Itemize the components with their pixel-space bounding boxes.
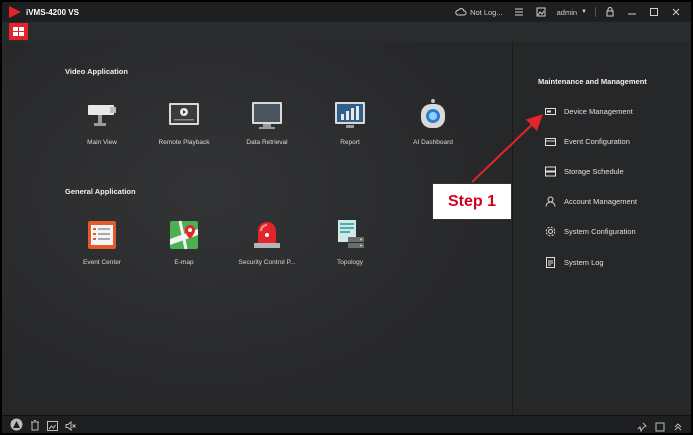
event-configuration-label: Event Configuration bbox=[564, 136, 630, 146]
lock-icon bbox=[604, 6, 616, 18]
chevron-up-icon[interactable] bbox=[673, 419, 683, 433]
username: admin bbox=[556, 7, 578, 17]
security-control-panel-tile[interactable]: Security Control P... bbox=[227, 219, 307, 266]
image-button[interactable] bbox=[530, 2, 552, 22]
alarm-light-icon bbox=[249, 219, 285, 251]
image-icon[interactable] bbox=[47, 418, 58, 433]
account-management-label: Account Management bbox=[564, 196, 637, 206]
list-menu-button[interactable] bbox=[508, 2, 530, 22]
robot-icon bbox=[415, 99, 451, 131]
grid-icon bbox=[13, 23, 24, 41]
ai-dashboard-tile[interactable]: AI Dashboard bbox=[393, 99, 473, 146]
video-application-title: Video Application bbox=[65, 67, 128, 76]
app-window: XPRO XPRO XPRO XPRO XPRO iVMS-4200 VS No… bbox=[0, 0, 693, 435]
maximize-icon bbox=[648, 6, 660, 18]
close-icon bbox=[670, 6, 682, 18]
device-icon bbox=[545, 106, 556, 117]
storage-schedule-label: Storage Schedule bbox=[564, 166, 624, 176]
image-icon bbox=[535, 6, 547, 18]
close-button[interactable] bbox=[665, 2, 687, 22]
storage-schedule-item[interactable]: Storage Schedule bbox=[545, 164, 624, 178]
maintenance-panel: Maintenance and Management Device Manage… bbox=[512, 42, 691, 417]
playback-icon bbox=[166, 99, 202, 131]
cloud-status-text: Not Log... bbox=[470, 7, 503, 17]
alert-icon[interactable] bbox=[10, 418, 23, 433]
step-annotation: Step 1 bbox=[432, 183, 512, 220]
tile-label: AI Dashboard bbox=[413, 139, 453, 146]
device-management-item[interactable]: Device Management bbox=[545, 104, 633, 118]
report-tile[interactable]: Report bbox=[310, 99, 390, 146]
chevron-down-icon: ▼ bbox=[581, 9, 587, 15]
event-config-icon bbox=[545, 136, 556, 147]
event-center-tile[interactable]: Event Center bbox=[62, 219, 142, 266]
device-management-label: Device Management bbox=[564, 106, 633, 116]
remote-playback-tile[interactable]: Remote Playback bbox=[144, 99, 224, 146]
system-log-label: System Log bbox=[564, 257, 604, 267]
pin-icon[interactable] bbox=[637, 419, 647, 433]
maximize-button[interactable] bbox=[643, 2, 665, 22]
tile-label: Data Retrieval bbox=[246, 139, 288, 146]
log-icon bbox=[545, 256, 556, 268]
tile-label: E-map bbox=[174, 259, 194, 266]
general-application-title: General Application bbox=[65, 187, 136, 196]
minimize-icon bbox=[626, 6, 638, 18]
camera-icon bbox=[84, 99, 120, 131]
gear-icon bbox=[545, 226, 556, 237]
system-configuration-item[interactable]: System Configuration bbox=[545, 224, 636, 238]
topology-icon bbox=[332, 219, 368, 251]
tile-label: Security Control P... bbox=[238, 259, 296, 266]
user-menu[interactable]: admin ▼ bbox=[552, 2, 592, 22]
tile-label: Remote Playback bbox=[158, 139, 210, 146]
status-bar bbox=[2, 415, 691, 433]
data-retrieval-tile[interactable]: Data Retrieval bbox=[227, 99, 307, 146]
minimize-button[interactable] bbox=[621, 2, 643, 22]
tile-label: Topology bbox=[336, 259, 364, 266]
main-panel: Video Application Main View Remote Playb… bbox=[2, 42, 512, 417]
lock-button[interactable] bbox=[599, 2, 621, 22]
list-icon bbox=[513, 6, 525, 18]
trash-icon[interactable] bbox=[30, 418, 40, 433]
mute-icon[interactable] bbox=[65, 418, 76, 433]
monitor-icon bbox=[249, 99, 285, 131]
tile-label: Report bbox=[340, 139, 360, 146]
system-configuration-label: System Configuration bbox=[564, 226, 636, 236]
tile-label: Event Center bbox=[83, 259, 121, 266]
report-icon bbox=[332, 99, 368, 131]
step-label: Step 1 bbox=[447, 192, 496, 210]
system-log-item[interactable]: System Log bbox=[545, 255, 604, 269]
cloud-icon bbox=[455, 6, 467, 18]
window-icon[interactable] bbox=[655, 419, 665, 433]
account-icon bbox=[545, 196, 556, 207]
account-management-item[interactable]: Account Management bbox=[545, 194, 637, 208]
toolbar bbox=[2, 22, 691, 42]
divider bbox=[595, 7, 596, 17]
event-configuration-item[interactable]: Event Configuration bbox=[545, 134, 630, 148]
event-center-icon bbox=[84, 219, 120, 251]
tile-label: Main View bbox=[87, 139, 117, 146]
maintenance-title: Maintenance and Management bbox=[538, 77, 647, 86]
app-logo-icon bbox=[9, 6, 21, 18]
e-map-tile[interactable]: E-map bbox=[144, 219, 224, 266]
cloud-login-button[interactable]: Not Log... bbox=[450, 2, 508, 22]
topology-tile[interactable]: Topology bbox=[310, 219, 390, 266]
main-view-tile[interactable]: Main View bbox=[62, 99, 142, 146]
map-icon bbox=[166, 219, 202, 251]
app-menu-button[interactable] bbox=[9, 23, 28, 40]
title-bar: iVMS-4200 VS Not Log... admin ▼ bbox=[2, 2, 691, 22]
app-title: iVMS-4200 VS bbox=[26, 7, 79, 17]
storage-icon bbox=[545, 166, 556, 177]
